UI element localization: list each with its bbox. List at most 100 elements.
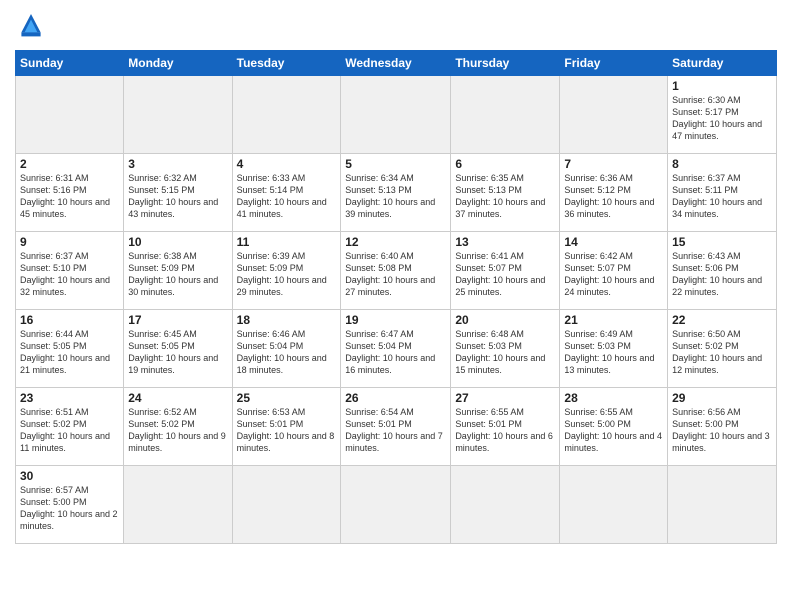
day-cell: 16Sunrise: 6:44 AMSunset: 5:05 PMDayligh… <box>16 310 124 388</box>
day-cell: 27Sunrise: 6:55 AMSunset: 5:01 PMDayligh… <box>451 388 560 466</box>
day-number: 29 <box>672 391 772 405</box>
day-number: 27 <box>455 391 555 405</box>
day-cell: 14Sunrise: 6:42 AMSunset: 5:07 PMDayligh… <box>560 232 668 310</box>
week-row-5: 23Sunrise: 6:51 AMSunset: 5:02 PMDayligh… <box>16 388 777 466</box>
day-cell: 23Sunrise: 6:51 AMSunset: 5:02 PMDayligh… <box>16 388 124 466</box>
week-row-3: 9Sunrise: 6:37 AMSunset: 5:10 PMDaylight… <box>16 232 777 310</box>
day-number: 14 <box>564 235 663 249</box>
week-row-2: 2Sunrise: 6:31 AMSunset: 5:16 PMDaylight… <box>16 154 777 232</box>
day-cell <box>232 466 341 544</box>
day-cell: 15Sunrise: 6:43 AMSunset: 5:06 PMDayligh… <box>668 232 777 310</box>
day-cell <box>560 76 668 154</box>
day-number: 18 <box>237 313 337 327</box>
day-info: Sunrise: 6:35 AMSunset: 5:13 PMDaylight:… <box>455 172 555 221</box>
day-info: Sunrise: 6:34 AMSunset: 5:13 PMDaylight:… <box>345 172 446 221</box>
day-info: Sunrise: 6:46 AMSunset: 5:04 PMDaylight:… <box>237 328 337 377</box>
week-row-1: 1Sunrise: 6:30 AMSunset: 5:17 PMDaylight… <box>16 76 777 154</box>
day-cell: 24Sunrise: 6:52 AMSunset: 5:02 PMDayligh… <box>124 388 232 466</box>
weekday-header-tuesday: Tuesday <box>232 51 341 76</box>
day-cell <box>560 466 668 544</box>
calendar: SundayMondayTuesdayWednesdayThursdayFrid… <box>15 50 777 544</box>
day-number: 26 <box>345 391 446 405</box>
day-cell <box>451 466 560 544</box>
day-cell: 4Sunrise: 6:33 AMSunset: 5:14 PMDaylight… <box>232 154 341 232</box>
day-cell: 8Sunrise: 6:37 AMSunset: 5:11 PMDaylight… <box>668 154 777 232</box>
day-cell <box>232 76 341 154</box>
day-cell: 18Sunrise: 6:46 AMSunset: 5:04 PMDayligh… <box>232 310 341 388</box>
day-number: 21 <box>564 313 663 327</box>
day-cell <box>341 466 451 544</box>
day-number: 30 <box>20 469 119 483</box>
day-info: Sunrise: 6:50 AMSunset: 5:02 PMDaylight:… <box>672 328 772 377</box>
day-cell: 25Sunrise: 6:53 AMSunset: 5:01 PMDayligh… <box>232 388 341 466</box>
week-row-4: 16Sunrise: 6:44 AMSunset: 5:05 PMDayligh… <box>16 310 777 388</box>
calendar-header: SundayMondayTuesdayWednesdayThursdayFrid… <box>16 51 777 76</box>
header <box>15 10 777 42</box>
week-row-6: 30Sunrise: 6:57 AMSunset: 5:00 PMDayligh… <box>16 466 777 544</box>
day-cell: 30Sunrise: 6:57 AMSunset: 5:00 PMDayligh… <box>16 466 124 544</box>
day-info: Sunrise: 6:51 AMSunset: 5:02 PMDaylight:… <box>20 406 119 455</box>
day-number: 8 <box>672 157 772 171</box>
day-number: 25 <box>237 391 337 405</box>
day-info: Sunrise: 6:55 AMSunset: 5:01 PMDaylight:… <box>455 406 555 455</box>
weekday-header-sunday: Sunday <box>16 51 124 76</box>
day-cell: 2Sunrise: 6:31 AMSunset: 5:16 PMDaylight… <box>16 154 124 232</box>
day-info: Sunrise: 6:48 AMSunset: 5:03 PMDaylight:… <box>455 328 555 377</box>
day-number: 2 <box>20 157 119 171</box>
day-info: Sunrise: 6:53 AMSunset: 5:01 PMDaylight:… <box>237 406 337 455</box>
day-cell: 5Sunrise: 6:34 AMSunset: 5:13 PMDaylight… <box>341 154 451 232</box>
day-number: 6 <box>455 157 555 171</box>
day-info: Sunrise: 6:40 AMSunset: 5:08 PMDaylight:… <box>345 250 446 299</box>
day-number: 7 <box>564 157 663 171</box>
day-cell: 11Sunrise: 6:39 AMSunset: 5:09 PMDayligh… <box>232 232 341 310</box>
day-info: Sunrise: 6:30 AMSunset: 5:17 PMDaylight:… <box>672 94 772 143</box>
day-info: Sunrise: 6:55 AMSunset: 5:00 PMDaylight:… <box>564 406 663 455</box>
day-cell: 13Sunrise: 6:41 AMSunset: 5:07 PMDayligh… <box>451 232 560 310</box>
weekday-header-wednesday: Wednesday <box>341 51 451 76</box>
day-cell: 9Sunrise: 6:37 AMSunset: 5:10 PMDaylight… <box>16 232 124 310</box>
day-cell: 1Sunrise: 6:30 AMSunset: 5:17 PMDaylight… <box>668 76 777 154</box>
day-cell: 10Sunrise: 6:38 AMSunset: 5:09 PMDayligh… <box>124 232 232 310</box>
day-number: 10 <box>128 235 227 249</box>
day-number: 20 <box>455 313 555 327</box>
day-info: Sunrise: 6:41 AMSunset: 5:07 PMDaylight:… <box>455 250 555 299</box>
day-cell <box>341 76 451 154</box>
day-number: 13 <box>455 235 555 249</box>
day-cell <box>124 76 232 154</box>
day-cell: 19Sunrise: 6:47 AMSunset: 5:04 PMDayligh… <box>341 310 451 388</box>
day-number: 3 <box>128 157 227 171</box>
day-cell: 7Sunrise: 6:36 AMSunset: 5:12 PMDaylight… <box>560 154 668 232</box>
day-info: Sunrise: 6:42 AMSunset: 5:07 PMDaylight:… <box>564 250 663 299</box>
day-cell <box>16 76 124 154</box>
day-number: 4 <box>237 157 337 171</box>
day-info: Sunrise: 6:49 AMSunset: 5:03 PMDaylight:… <box>564 328 663 377</box>
day-cell: 29Sunrise: 6:56 AMSunset: 5:00 PMDayligh… <box>668 388 777 466</box>
day-info: Sunrise: 6:47 AMSunset: 5:04 PMDaylight:… <box>345 328 446 377</box>
day-cell: 3Sunrise: 6:32 AMSunset: 5:15 PMDaylight… <box>124 154 232 232</box>
day-number: 11 <box>237 235 337 249</box>
day-info: Sunrise: 6:43 AMSunset: 5:06 PMDaylight:… <box>672 250 772 299</box>
day-info: Sunrise: 6:57 AMSunset: 5:00 PMDaylight:… <box>20 484 119 533</box>
day-number: 9 <box>20 235 119 249</box>
day-cell: 26Sunrise: 6:54 AMSunset: 5:01 PMDayligh… <box>341 388 451 466</box>
day-number: 19 <box>345 313 446 327</box>
logo <box>15 10 51 42</box>
weekday-header-friday: Friday <box>560 51 668 76</box>
day-info: Sunrise: 6:52 AMSunset: 5:02 PMDaylight:… <box>128 406 227 455</box>
day-info: Sunrise: 6:56 AMSunset: 5:00 PMDaylight:… <box>672 406 772 455</box>
day-number: 23 <box>20 391 119 405</box>
day-cell: 21Sunrise: 6:49 AMSunset: 5:03 PMDayligh… <box>560 310 668 388</box>
page: SundayMondayTuesdayWednesdayThursdayFrid… <box>0 0 792 612</box>
day-info: Sunrise: 6:39 AMSunset: 5:09 PMDaylight:… <box>237 250 337 299</box>
day-info: Sunrise: 6:38 AMSunset: 5:09 PMDaylight:… <box>128 250 227 299</box>
day-cell: 6Sunrise: 6:35 AMSunset: 5:13 PMDaylight… <box>451 154 560 232</box>
day-number: 1 <box>672 79 772 93</box>
logo-icon <box>15 10 47 42</box>
day-info: Sunrise: 6:45 AMSunset: 5:05 PMDaylight:… <box>128 328 227 377</box>
day-number: 22 <box>672 313 772 327</box>
day-number: 12 <box>345 235 446 249</box>
day-number: 24 <box>128 391 227 405</box>
weekday-header-thursday: Thursday <box>451 51 560 76</box>
day-cell: 20Sunrise: 6:48 AMSunset: 5:03 PMDayligh… <box>451 310 560 388</box>
weekday-row: SundayMondayTuesdayWednesdayThursdayFrid… <box>16 51 777 76</box>
